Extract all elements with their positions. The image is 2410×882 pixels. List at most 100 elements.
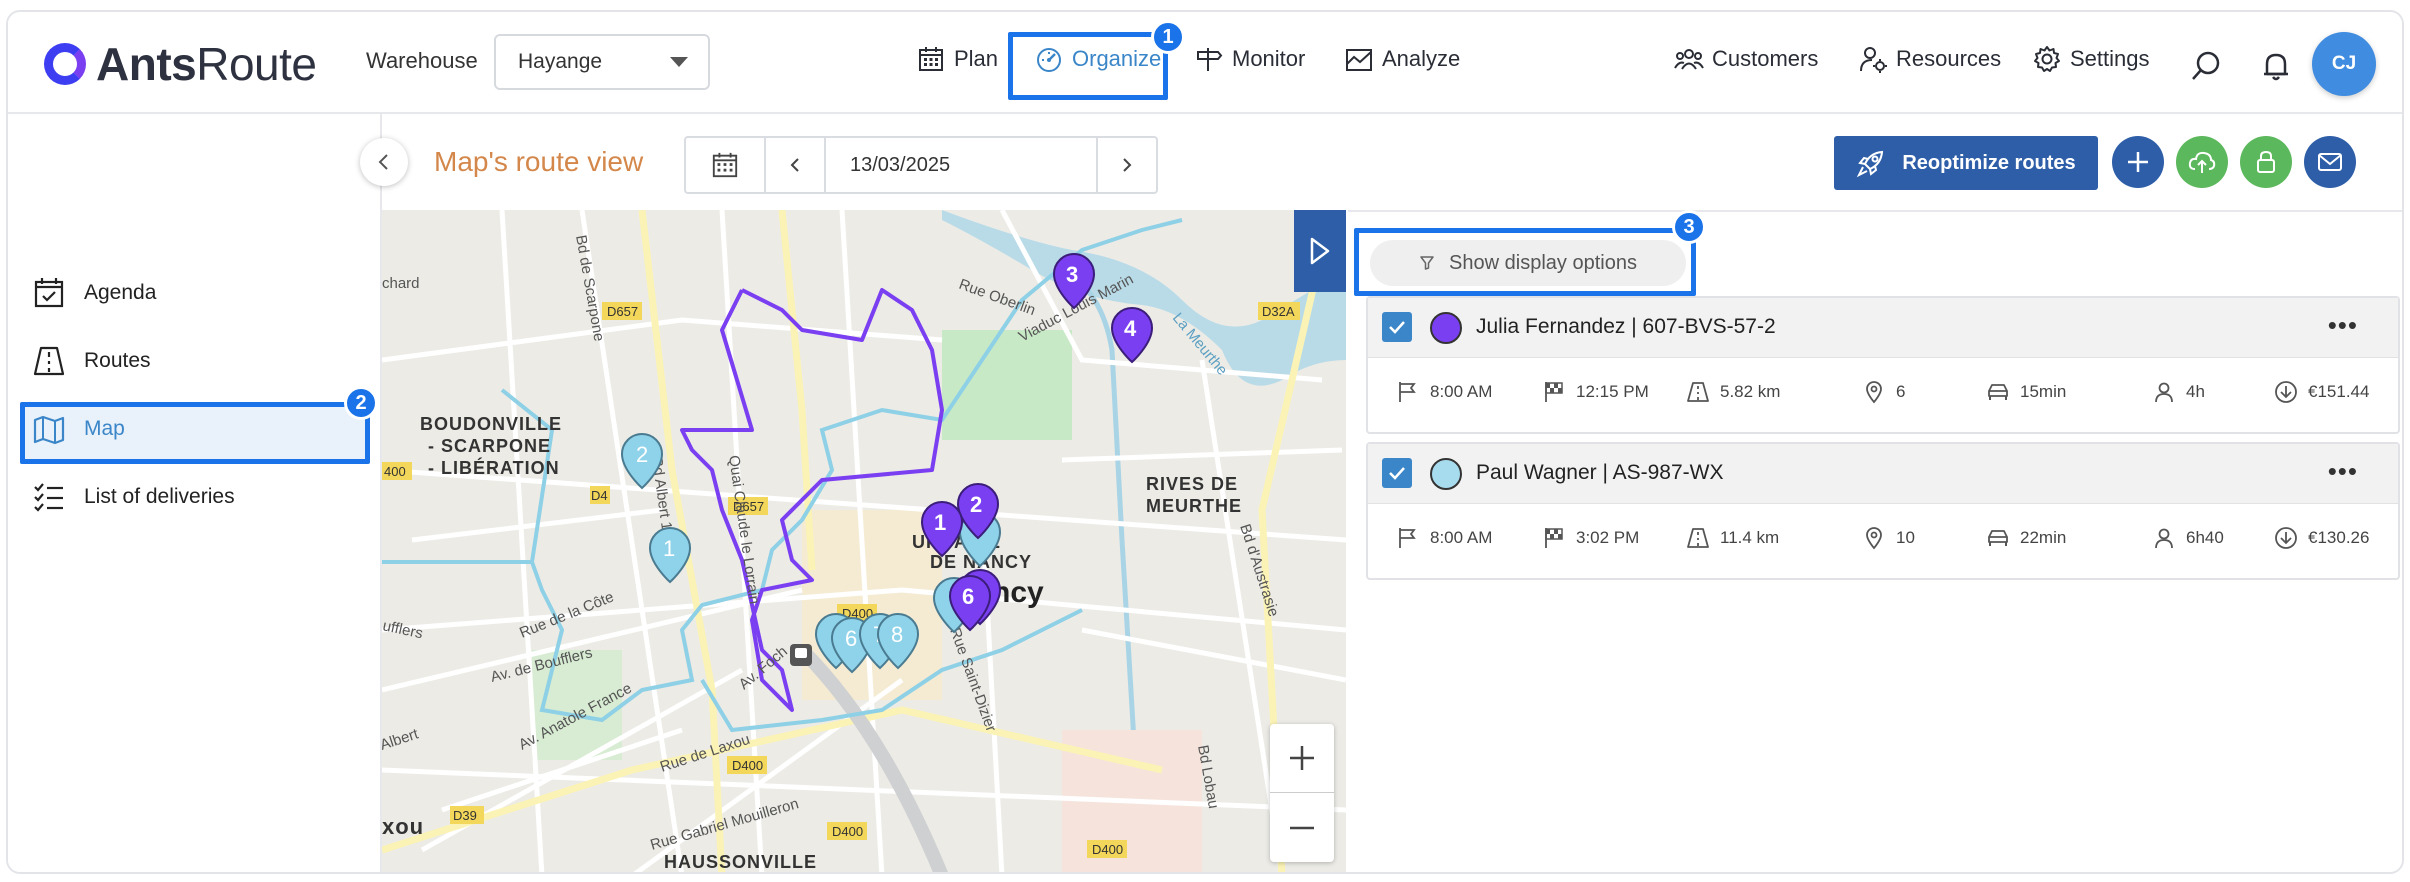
envelope-icon bbox=[2318, 153, 2342, 171]
signpost-icon bbox=[1197, 48, 1223, 71]
reoptimize-label: Reoptimize routes bbox=[1902, 151, 2076, 174]
road-shield-d400-b: D400 bbox=[732, 758, 763, 773]
road-shield-d4: D4 bbox=[591, 488, 608, 503]
route-end-time: 12:15 PM bbox=[1542, 380, 1649, 404]
step-badge-2: 2 bbox=[344, 386, 378, 420]
route-name: Paul Wagner | AS-987-WX bbox=[1476, 461, 1724, 484]
svg-text:1: 1 bbox=[934, 510, 946, 535]
nav-plan-label: Plan bbox=[954, 46, 999, 71]
zoom-out-button[interactable] bbox=[1270, 793, 1334, 862]
cloud-upload-icon bbox=[2188, 151, 2216, 173]
add-button[interactable] bbox=[2112, 136, 2164, 188]
sidebar-collapse-button[interactable] bbox=[360, 138, 408, 186]
map-label-xou: xou bbox=[382, 814, 424, 839]
route-drive-time: 22min bbox=[1986, 526, 2066, 550]
svg-text:2: 2 bbox=[970, 492, 982, 517]
next-day-button[interactable] bbox=[1098, 138, 1156, 192]
flag-icon bbox=[1399, 528, 1416, 548]
nav-resources-label: Resources bbox=[1896, 46, 2002, 71]
lock-button[interactable] bbox=[2240, 136, 2292, 188]
route-map[interactable]: D657 D657 D32A D400 D400 D400 D400 400 D… bbox=[382, 210, 1346, 872]
person-icon bbox=[2155, 528, 2173, 549]
user-gear-icon bbox=[1860, 47, 1887, 73]
calendar-icon bbox=[712, 152, 738, 178]
route-stops-value: 6 bbox=[1896, 382, 1906, 401]
route-checkbox[interactable] bbox=[1382, 458, 1412, 488]
page-title: Map's route view bbox=[434, 146, 644, 177]
previous-day-button[interactable] bbox=[766, 138, 826, 192]
checklist-icon bbox=[34, 483, 63, 512]
email-button[interactable] bbox=[2304, 136, 2356, 188]
chevron-right-icon bbox=[1123, 158, 1132, 172]
nav-analyze-label: Analyze bbox=[1382, 46, 1461, 71]
route-duration-value: 6h40 bbox=[2186, 528, 2224, 547]
location-pin-icon bbox=[1866, 527, 1882, 550]
nav-customers[interactable]: Customers bbox=[1674, 44, 1818, 74]
road-shield-d400-c: D400 bbox=[832, 824, 863, 839]
route-card[interactable]: Julia Fernandez | 607-BVS-57-2 ••• 8:00 … bbox=[1366, 296, 2400, 434]
route-distance-value: 5.82 km bbox=[1720, 382, 1781, 401]
search-icon[interactable] bbox=[2188, 48, 2224, 84]
user-avatar[interactable]: CJ bbox=[2312, 32, 2376, 96]
gear-icon bbox=[2034, 46, 2060, 72]
route-card[interactable]: Paul Wagner | AS-987-WX ••• 8:00 AM 3:02… bbox=[1366, 442, 2400, 580]
minus-icon bbox=[1290, 826, 1314, 829]
map-zoom-control bbox=[1270, 724, 1334, 862]
route-checkbox[interactable] bbox=[1382, 312, 1412, 342]
road-shield-d657-b: D657 bbox=[607, 304, 638, 319]
route-stops-value: 10 bbox=[1896, 528, 1915, 547]
date-field[interactable]: 13/03/2025 bbox=[826, 138, 1098, 192]
route-card-header: Julia Fernandez | 607-BVS-57-2 ••• bbox=[1368, 298, 2398, 358]
warehouse-value: Hayange bbox=[518, 50, 603, 73]
arrow-down-circle-icon bbox=[2275, 527, 2297, 549]
svg-text:6: 6 bbox=[845, 626, 857, 651]
checkered-flag-icon bbox=[1545, 382, 1563, 402]
chart-line-icon bbox=[1346, 49, 1372, 71]
more-options-button[interactable]: ••• bbox=[2328, 310, 2358, 341]
more-options-button[interactable]: ••• bbox=[2328, 456, 2358, 487]
zoom-in-button[interactable] bbox=[1270, 724, 1334, 793]
top-navigation-bar: AntsRoute Warehouse Hayange Plan Organiz… bbox=[8, 12, 2402, 114]
flag-icon bbox=[1399, 382, 1416, 402]
check-icon bbox=[1389, 321, 1405, 334]
map-label-rives: RIVES DE bbox=[1146, 474, 1238, 494]
park-pepiniere bbox=[942, 330, 1072, 440]
reoptimize-routes-button[interactable]: Reoptimize routes bbox=[1834, 136, 2098, 190]
nav-monitor[interactable]: Monitor bbox=[1194, 44, 1305, 74]
bell-icon[interactable] bbox=[2258, 48, 2294, 84]
route-cost-value: €151.44 bbox=[2308, 382, 2370, 401]
route-duration: 6h40 bbox=[2152, 526, 2224, 550]
road-shield-d39: D39 bbox=[453, 808, 477, 823]
antsroute-logo[interactable]: AntsRoute bbox=[44, 36, 317, 92]
route-start-value: 8:00 AM bbox=[1430, 528, 1493, 547]
logo-mark-icon bbox=[44, 43, 86, 85]
map-panel-toggle-button[interactable] bbox=[1294, 210, 1346, 292]
display-options-highlight-box bbox=[1354, 228, 1696, 296]
date-picker-button[interactable] bbox=[686, 138, 766, 192]
warehouse-select[interactable]: Hayange bbox=[494, 34, 710, 90]
person-icon bbox=[2155, 382, 2173, 403]
nav-settings[interactable]: Settings bbox=[2032, 44, 2150, 74]
nav-resources[interactable]: Resources bbox=[1858, 44, 2001, 74]
checkered-flag-icon bbox=[1545, 528, 1563, 548]
organize-highlight-box bbox=[1008, 32, 1168, 100]
upload-button[interactable] bbox=[2176, 136, 2228, 188]
route-end-value: 12:15 PM bbox=[1576, 382, 1649, 401]
nav-plan[interactable]: Plan bbox=[916, 44, 998, 74]
location-pin-icon bbox=[1866, 381, 1882, 404]
route-color-swatch[interactable] bbox=[1430, 458, 1462, 490]
plus-icon bbox=[1290, 746, 1314, 770]
plus-icon bbox=[2128, 152, 2148, 172]
rocket-icon bbox=[1857, 150, 1884, 178]
nav-monitor-label: Monitor bbox=[1232, 46, 1306, 71]
users-icon bbox=[1674, 49, 1704, 70]
arrow-down-circle-icon bbox=[2275, 381, 2297, 403]
sidebar-item-agenda[interactable]: Agenda bbox=[32, 276, 156, 310]
nav-analyze[interactable]: Analyze bbox=[1344, 44, 1460, 74]
sidebar-item-list-of-deliveries[interactable]: List of deliveries bbox=[32, 480, 235, 514]
lock-icon bbox=[2257, 150, 2275, 173]
route-color-swatch[interactable] bbox=[1430, 312, 1462, 344]
chevron-down-icon bbox=[670, 57, 688, 67]
calendar-check-icon bbox=[34, 278, 64, 308]
sidebar-item-routes[interactable]: Routes bbox=[32, 344, 151, 378]
